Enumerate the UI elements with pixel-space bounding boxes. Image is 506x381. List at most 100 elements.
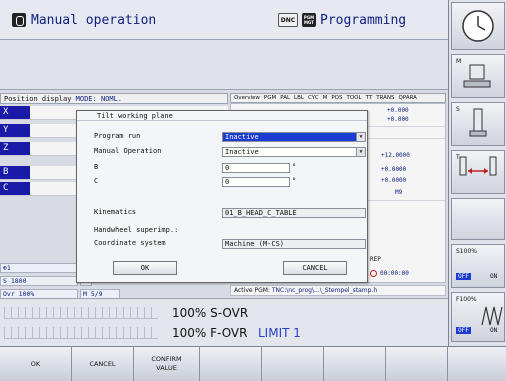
tab-pgm[interactable]: PGM <box>264 94 276 102</box>
overview-value: M9 <box>395 189 403 196</box>
f-ovr-text: 100% F-OVR <box>172 326 248 340</box>
programming-mode[interactable]: DNC PGM MGT Programming <box>278 9 406 31</box>
manual-operation-select[interactable]: Inactive ▼ <box>222 147 366 157</box>
right-sidebar: M S T S100% OFF ON F100% OFF ON <box>448 0 506 346</box>
b-label: B <box>94 163 99 171</box>
left-mode-label: Manual operation <box>31 12 157 28</box>
s-ovr-row: 100% S-OVR <box>0 303 448 323</box>
s-function-button[interactable]: S <box>451 102 505 146</box>
active-pgm-label: Active PGM: <box>234 287 270 294</box>
sidebar-empty-button[interactable] <box>451 198 505 240</box>
coordinate-system-value: Machine (M-CS) <box>222 239 366 249</box>
tab-tt[interactable]: TT <box>366 94 373 102</box>
c-input[interactable]: 0 <box>222 177 290 187</box>
tab-overview[interactable]: Overview <box>234 94 260 102</box>
dnc-badge: DNC <box>278 13 298 27</box>
overview-value: +0.0000 <box>381 177 407 184</box>
axis-key-x: X <box>0 106 30 119</box>
softkey-empty-4[interactable] <box>200 347 262 381</box>
s-ovr-scale <box>4 307 158 319</box>
pgm-mgt-badge: PGM MGT <box>302 13 316 27</box>
tilt-working-plane-dialog: Tilt working plane Program run Inactive … <box>76 110 368 283</box>
kinematics-label: Kinematics <box>94 208 137 216</box>
axis-key-c: C <box>0 182 30 195</box>
tool-number-cell: ⊕1 <box>0 263 78 273</box>
feed-override-panel[interactable]: F100% OFF ON <box>451 292 505 342</box>
axis-key-z: Z <box>0 142 30 155</box>
spindle-speed: S 1800 <box>0 276 78 286</box>
c-label: C <box>94 177 99 185</box>
axis-key-b: B <box>0 166 30 179</box>
manual-operation-mode[interactable]: Manual operation <box>12 9 156 31</box>
hand-icon <box>12 13 26 27</box>
manual-operation-label: Manual Operation <box>94 147 162 155</box>
program-run-select[interactable]: Inactive ▼ <box>222 132 366 142</box>
b-degree: ° <box>292 163 297 171</box>
f-off-badge: OFF <box>456 327 471 334</box>
tab-pos[interactable]: POS <box>331 94 342 102</box>
s-off-badge: OFF <box>456 273 471 280</box>
tab-trans[interactable]: TRANS <box>376 94 394 102</box>
m-label: M <box>456 58 462 65</box>
pgm-badge-line2: MGT <box>304 20 314 25</box>
tab-m[interactable]: M <box>323 94 328 102</box>
ok-button[interactable]: OK <box>113 261 177 275</box>
softkey-ok[interactable]: OK <box>0 347 72 381</box>
f-ovr-row: 100% F-OVR LIMIT 1 <box>0 323 448 343</box>
softkey-cancel[interactable]: CANCEL <box>72 347 134 381</box>
overview-value: +0.000 <box>387 107 409 114</box>
active-pgm-path: TNC:\nc_prog\...\_Stempel_stamp.h <box>271 287 378 294</box>
coordinate-system-label: Coordinate system <box>94 239 166 247</box>
rep-label: REP <box>370 256 381 263</box>
spindle-override-panel[interactable]: S100% OFF ON <box>451 244 505 288</box>
t-label: T <box>456 154 460 161</box>
softkey-empty-8[interactable] <box>448 347 506 381</box>
overview-value: +0.0000 <box>381 166 407 173</box>
clock-icon <box>462 10 494 42</box>
softkey-confirm-value[interactable]: CONFIRM VALUE <box>134 347 200 381</box>
s-label: S <box>456 106 460 113</box>
position-display-mode: MODE: NOML. <box>75 95 123 103</box>
position-display-label: Position display <box>4 95 72 103</box>
tab-tool[interactable]: TOOL <box>346 94 361 102</box>
manual-operation-value: Inactive <box>225 148 259 156</box>
feed-wave-icon <box>481 306 503 326</box>
tab-pal[interactable]: PAL <box>280 94 290 102</box>
s-override-label: S100% <box>456 248 477 255</box>
kinematics-value: 01_B_HEAD_C_TABLE <box>222 208 366 218</box>
c-degree: ° <box>292 177 297 185</box>
override-area: 100% S-OVR 100% F-OVR LIMIT 1 <box>0 298 448 346</box>
t-function-button[interactable]: T <box>451 150 505 194</box>
overview-value: +12.0000 <box>381 152 410 159</box>
chevron-down-icon[interactable]: ▼ <box>356 133 365 141</box>
f-override-label: F100% <box>456 296 477 303</box>
softkey-empty-5[interactable] <box>262 347 324 381</box>
softkey-bar: OK CANCEL CONFIRM VALUE <box>0 346 506 381</box>
clock-button[interactable] <box>451 2 505 50</box>
limit-text: LIMIT 1 <box>258 326 301 340</box>
tab-lbl[interactable]: LBL <box>294 94 304 102</box>
b-input[interactable]: 0 <box>222 163 290 173</box>
right-mode-label: Programming <box>320 12 407 28</box>
cancel-button[interactable]: CANCEL <box>283 261 347 275</box>
clock-icon <box>370 270 377 277</box>
tab-qpara[interactable]: QPARA <box>399 94 417 102</box>
dialog-title: Tilt working plane <box>77 111 367 121</box>
softkey-empty-6[interactable] <box>324 347 386 381</box>
program-run-label: Program run <box>94 132 141 140</box>
f-on-label: ON <box>490 327 498 334</box>
f-ovr-scale <box>4 327 158 339</box>
timer: 00:00:00 <box>370 270 409 277</box>
header-strip <box>0 40 448 90</box>
softkey-empty-7[interactable] <box>386 347 448 381</box>
overview-tabs: Overview PGM PAL LBL CYC M POS TOOL TT T… <box>230 93 446 103</box>
handwheel-label: Handwheel superimp.: <box>94 226 179 234</box>
chevron-down-icon[interactable]: ▼ <box>356 148 365 156</box>
tab-cyc[interactable]: CYC <box>308 94 319 102</box>
axis-key-y: Y <box>0 124 30 137</box>
s-on-label: ON <box>490 273 498 280</box>
overview-value: +0.000 <box>387 116 409 123</box>
m-function-button[interactable]: M <box>451 54 505 98</box>
timer-value: 00:00:00 <box>380 270 409 277</box>
position-display-header: Position display MODE: NOML. <box>0 93 228 104</box>
